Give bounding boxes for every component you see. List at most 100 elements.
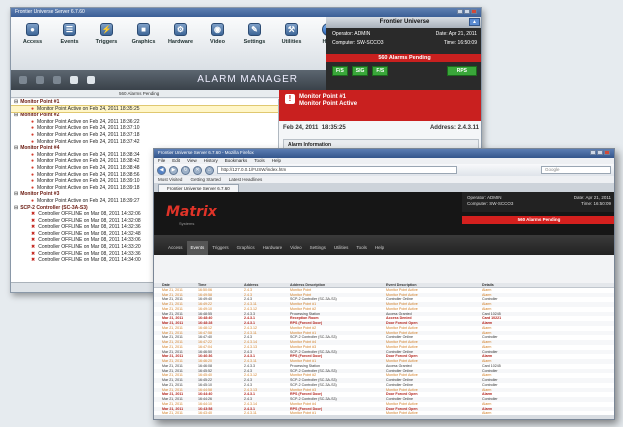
counter-button[interactable]: RPS xyxy=(446,66,477,76)
nav-tab-tools[interactable]: Tools xyxy=(352,241,371,255)
filter-icon[interactable] xyxy=(87,76,95,84)
column-header[interactable]: Date xyxy=(154,283,198,287)
date-text: Date: Apr 21, 2011 xyxy=(435,31,477,37)
search-box[interactable]: Google xyxy=(541,166,611,174)
menu-item[interactable]: File xyxy=(158,158,165,163)
browser-tab-strip: Frontier Universe Server 6.7.60 xyxy=(154,183,614,192)
toolbar-settings[interactable]: ✎ Settings xyxy=(236,23,273,45)
alarm-time: 18:35:25 xyxy=(321,125,346,131)
toolbar-video[interactable]: ◉ Video xyxy=(199,23,236,45)
mute-icon[interactable] xyxy=(53,76,61,84)
triggers-icon: ⚡ xyxy=(100,23,113,36)
column-header[interactable]: Address Description xyxy=(290,283,386,287)
tree-alarm-item[interactable]: Monitor Point Active on Feb 24, 2011 18:… xyxy=(11,104,278,114)
minimize-button[interactable] xyxy=(590,150,596,155)
toolbar-access[interactable]: ● Access xyxy=(14,23,51,45)
nav-tab-access[interactable]: Access xyxy=(164,241,187,255)
maximize-button[interactable] xyxy=(464,9,470,14)
utilities-icon: ⚒ xyxy=(285,23,298,36)
alarms-pending-banner[interactable]: 560 Alarms Pending xyxy=(462,216,614,224)
browser-window: Frontier Universe Server 6.7.60 - Mozill… xyxy=(153,148,615,420)
tree-group[interactable]: Monitor Point #1 xyxy=(11,99,278,106)
settings-icon: ✎ xyxy=(248,23,261,36)
alarm-alert-box: ! Monitor Point #1 Monitor Point Active xyxy=(279,90,481,121)
main-toolbar: ● Access ☰ Events ⚡ Triggers ■ Graphics ⚙ Har… xyxy=(14,23,347,45)
menu-item[interactable]: Tools xyxy=(254,158,265,163)
graphics-icon: ■ xyxy=(137,23,150,36)
nav-tab-settings[interactable]: Settings xyxy=(306,241,330,255)
menu-item[interactable]: Help xyxy=(272,158,281,163)
tree-alarm-item[interactable]: Monitor Point Active on Feb 24, 2011 18:… xyxy=(11,132,278,139)
nav-tab-triggers[interactable]: Triggers xyxy=(208,241,232,255)
column-header[interactable]: Time xyxy=(198,283,244,287)
toolbar-graphics[interactable]: ■ Graphics xyxy=(125,23,162,45)
maximize-button[interactable] xyxy=(597,150,603,155)
column-header[interactable]: Details xyxy=(482,283,602,287)
toolbar-label: Events xyxy=(60,39,79,45)
home-icon[interactable]: ⌂ xyxy=(205,165,214,175)
toolbar-label: Hardware xyxy=(167,39,194,45)
nav-tab-graphics[interactable]: Graphics xyxy=(233,241,259,255)
bookmarks-bar: Most Visited Getting Started Latest Headli… xyxy=(154,176,614,183)
menu-item[interactable]: View xyxy=(187,158,197,163)
tree-alarm-item[interactable]: Monitor Point Active on Feb 24, 2011 18:… xyxy=(11,119,278,126)
print-icon[interactable] xyxy=(70,76,78,84)
acknowledge-icon[interactable] xyxy=(19,76,27,84)
tree-alarm-item[interactable]: Monitor Point Active on Feb 24, 2011 18:… xyxy=(11,125,278,132)
nav-tab-help[interactable]: Help xyxy=(371,241,388,255)
status-panel-title: Frontier Universe ▲ xyxy=(326,17,481,28)
toolbar-label: Triggers xyxy=(95,39,118,45)
lock-icon[interactable]: ▲ xyxy=(469,18,480,26)
column-header[interactable]: Address xyxy=(244,283,290,287)
counter-button[interactable]: SIG xyxy=(351,66,369,76)
minimize-button[interactable] xyxy=(457,9,463,14)
matrix-header: Matrix Systems Operator: ADMIN Date: Apr … xyxy=(154,192,614,255)
menu-item[interactable]: Edit xyxy=(172,158,180,163)
toolbar-events[interactable]: ☰ Events xyxy=(51,23,88,45)
tree-alarm-item[interactable]: Monitor Point Active on Feb 24, 2011 18:… xyxy=(11,139,278,146)
back-icon[interactable]: ◀ xyxy=(157,165,166,175)
alarm-manager-titlebar: Frontier Universe Server 6.7.60 xyxy=(11,8,481,17)
reload-icon[interactable]: ↻ xyxy=(181,165,190,175)
browser-navigation: ◀ ▶ ↻ ✕ ⌂ http://127.0.0.1/FUSW/index.ht… xyxy=(154,164,614,176)
alarm-actions xyxy=(19,76,95,84)
bookmark-link[interactable]: Getting Started xyxy=(190,177,220,182)
alarm-date: Feb 24, 2011 xyxy=(283,125,319,131)
access-icon: ● xyxy=(26,23,39,36)
warning-icon: ! xyxy=(285,94,295,104)
close-button[interactable] xyxy=(471,9,477,14)
bookmark-link[interactable]: Latest Headlines xyxy=(229,177,263,182)
toolbar-hardware[interactable]: ⚙ Hardware xyxy=(162,23,199,45)
nav-tab-events[interactable]: Events xyxy=(186,241,209,255)
close-button[interactable] xyxy=(604,150,610,155)
tree-group[interactable]: Monitor Point #2 xyxy=(11,112,278,119)
menu-item[interactable]: History xyxy=(204,158,218,163)
url-bar[interactable]: http://127.0.0.1/FUSW/index.htm xyxy=(217,166,457,174)
toolbar-label: Video xyxy=(210,39,225,45)
counter-button[interactable]: F/S xyxy=(332,66,348,76)
clear-icon[interactable] xyxy=(36,76,44,84)
video-icon: ◉ xyxy=(211,23,224,36)
toolbar-utilities[interactable]: ⚒ Utilities xyxy=(273,23,310,45)
window-title: Frontier Universe Server 6.7.60 xyxy=(15,9,85,15)
bookmark-link[interactable]: Most Visited xyxy=(158,177,182,182)
browser-title: Frontier Universe Server 6.7.60 - Mozill… xyxy=(158,150,254,155)
menu-item[interactable]: Bookmarks xyxy=(225,158,248,163)
alarms-pending-banner[interactable]: 560 Alarms Pending xyxy=(326,54,481,62)
nav-tab-utilities[interactable]: Utilities xyxy=(330,241,353,255)
nav-tab-video[interactable]: Video xyxy=(286,241,305,255)
operator-text: Operator: ADMIN xyxy=(332,31,371,37)
toolbar-label: Utilities xyxy=(281,39,302,45)
alarm-detail-row: Feb 24, 2011 18:35:25 Address: 2.4.3.11 xyxy=(279,121,481,135)
hardware-icon: ⚙ xyxy=(174,23,187,36)
counter-button[interactable]: F/S xyxy=(372,66,389,76)
stop-icon[interactable]: ✕ xyxy=(193,165,202,175)
column-header[interactable]: Event Description xyxy=(386,283,482,287)
events-icon: ☰ xyxy=(63,23,76,36)
forward-icon[interactable]: ▶ xyxy=(169,165,178,175)
browser-tab[interactable]: Frontier Universe Server 6.7.60 xyxy=(158,184,239,192)
toolbar-triggers[interactable]: ⚡ Triggers xyxy=(88,23,125,45)
toolbar-label: Access xyxy=(22,39,43,45)
status-title: Frontier Universe xyxy=(379,19,430,25)
nav-tab-hardware[interactable]: Hardware xyxy=(259,241,287,255)
